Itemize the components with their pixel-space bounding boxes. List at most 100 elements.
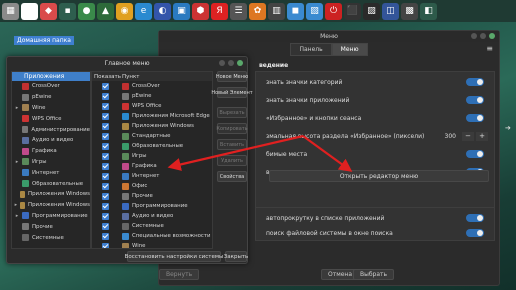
- show-checkbox[interactable]: [102, 152, 109, 160]
- app-icon-16[interactable]: ◼: [287, 2, 304, 20]
- show-checkbox[interactable]: [102, 122, 109, 130]
- toggle-switch[interactable]: [466, 229, 484, 237]
- menu-item-row[interactable]: Приложения Windows: [92, 121, 212, 131]
- app-icon-1[interactable]: ▦: [2, 2, 19, 20]
- expand-arrow-icon[interactable]: ▸: [12, 159, 22, 165]
- delete-button[interactable]: Удалить: [217, 155, 247, 166]
- revert-button[interactable]: Вернуть: [159, 269, 200, 280]
- plus-icon[interactable]: +: [476, 131, 488, 141]
- app-icon-23[interactable]: ◧: [420, 2, 437, 20]
- show-checkbox[interactable]: [102, 82, 109, 90]
- edge-icon[interactable]: e: [135, 2, 152, 20]
- app-icon-11[interactable]: ⬢: [192, 2, 209, 20]
- app-icon-17[interactable]: ▧: [306, 2, 323, 20]
- category-item[interactable]: Аудио и видео: [12, 135, 90, 146]
- height-spinner[interactable]: 300 − +: [445, 131, 488, 141]
- expand-arrow-icon[interactable]: ▸: [12, 202, 20, 208]
- menu-item-row[interactable]: pEwine: [92, 91, 212, 101]
- category-item[interactable]: Приложения Windows: [12, 189, 90, 200]
- show-checkbox[interactable]: [102, 172, 109, 180]
- toggle-switch[interactable]: [466, 114, 484, 122]
- show-checkbox[interactable]: [102, 232, 109, 240]
- app-icon-14[interactable]: ✿: [249, 2, 266, 20]
- category-item[interactable]: Интернет: [12, 167, 90, 178]
- app-icon-19[interactable]: ⬛: [344, 2, 361, 20]
- app-icon-4[interactable]: ▪: [59, 2, 76, 20]
- app-icon-15[interactable]: ▥: [268, 2, 285, 20]
- menu-item-row[interactable]: Игры: [92, 151, 212, 161]
- hamburger-menu-icon[interactable]: ≡: [486, 44, 493, 53]
- category-item[interactable]: WPS Office: [12, 113, 90, 124]
- app-icon-13[interactable]: ☰: [230, 2, 247, 20]
- close-icon[interactable]: [489, 33, 495, 39]
- tab-panel[interactable]: Панель: [290, 42, 332, 56]
- app-icon-2[interactable]: ▤: [21, 2, 38, 20]
- menu-item-row[interactable]: Прочие: [92, 191, 212, 201]
- category-item[interactable]: pEwine: [12, 92, 90, 103]
- toggle-switch[interactable]: [466, 150, 484, 158]
- menu-item-row[interactable]: Стандартные: [92, 131, 212, 141]
- desktop-home-folder-label[interactable]: Домашняя папка: [14, 36, 74, 45]
- show-checkbox[interactable]: [102, 192, 109, 200]
- app-icon-10[interactable]: ▣: [173, 2, 190, 20]
- expand-arrow-icon[interactable]: ▸: [12, 105, 22, 111]
- show-checkbox[interactable]: [102, 202, 109, 210]
- category-item[interactable]: Администрирование: [12, 124, 90, 135]
- category-item[interactable]: ▸ Программирование: [12, 211, 90, 222]
- minimize-icon[interactable]: [471, 33, 477, 39]
- menu-item-row[interactable]: WPS Office: [92, 101, 212, 111]
- close-button[interactable]: Закрыть: [224, 251, 248, 262]
- category-item[interactable]: Графика: [12, 146, 90, 157]
- menu-item-row[interactable]: Образовательные: [92, 141, 212, 151]
- close-icon[interactable]: [237, 60, 243, 66]
- category-item[interactable]: Системные: [12, 232, 90, 243]
- category-item[interactable]: ▸ Игры: [12, 157, 90, 168]
- restore-defaults-button[interactable]: Восстановить настройки системы: [125, 251, 223, 262]
- menu-item-row[interactable]: CrossOver: [92, 81, 212, 91]
- show-checkbox[interactable]: [102, 112, 109, 120]
- new-item-button[interactable]: Новый Элемент: [211, 87, 253, 98]
- category-item[interactable]: CrossOver: [12, 81, 90, 92]
- power-icon[interactable]: ⏻: [325, 2, 342, 20]
- show-checkbox[interactable]: [102, 132, 109, 140]
- show-checkbox[interactable]: [102, 92, 109, 100]
- menu-item-row[interactable]: Приложения Microsoft Edge: [92, 111, 212, 121]
- toggle-switch[interactable]: [466, 78, 484, 86]
- menu-item-row[interactable]: Wine: [92, 241, 212, 248]
- app-icon-21[interactable]: ◫: [382, 2, 399, 20]
- show-checkbox[interactable]: [102, 182, 109, 190]
- app-icon-22[interactable]: ▩: [401, 2, 418, 20]
- show-checkbox[interactable]: [102, 212, 109, 220]
- maximize-icon[interactable]: [228, 60, 234, 66]
- new-menu-button[interactable]: Новое Меню: [216, 71, 248, 82]
- yandex-icon[interactable]: Я: [211, 2, 228, 20]
- category-header[interactable]: Приложения: [12, 72, 90, 81]
- copy-button[interactable]: Копировать: [216, 123, 248, 134]
- show-checkbox[interactable]: [102, 162, 109, 170]
- select-button[interactable]: Выбрать: [353, 269, 395, 280]
- maximize-icon[interactable]: [480, 33, 486, 39]
- category-item[interactable]: ▸ Wine: [12, 103, 90, 114]
- category-item[interactable]: ▸ Приложения Windows: [12, 200, 90, 211]
- show-checkbox[interactable]: [102, 142, 109, 150]
- show-checkbox[interactable]: [102, 242, 109, 248]
- app-icon-20[interactable]: ▨: [363, 2, 380, 20]
- app-icon-9[interactable]: ◐: [154, 2, 171, 20]
- minimize-icon[interactable]: [219, 60, 225, 66]
- menu-item-row[interactable]: Графика: [92, 161, 212, 171]
- show-checkbox[interactable]: [102, 102, 109, 110]
- cut-button[interactable]: Вырезать: [217, 107, 247, 118]
- toggle-switch[interactable]: [466, 214, 484, 222]
- menu-item-row[interactable]: Специальные возможности: [92, 231, 212, 241]
- menu-item-row[interactable]: Интернет: [92, 171, 212, 181]
- menu-item-row[interactable]: Системные: [92, 221, 212, 231]
- menu-item-row[interactable]: Программирование: [92, 201, 212, 211]
- photos-icon[interactable]: ◆: [40, 2, 57, 20]
- menu-item-row[interactable]: Офис: [92, 181, 212, 191]
- menu-item-row[interactable]: Аудио и видео: [92, 211, 212, 221]
- minus-icon[interactable]: −: [462, 131, 474, 141]
- app-icon-5[interactable]: ●: [78, 2, 95, 20]
- toggle-switch[interactable]: [466, 96, 484, 104]
- column-show[interactable]: Показать: [92, 74, 122, 80]
- tab-menu[interactable]: Меню: [331, 42, 368, 56]
